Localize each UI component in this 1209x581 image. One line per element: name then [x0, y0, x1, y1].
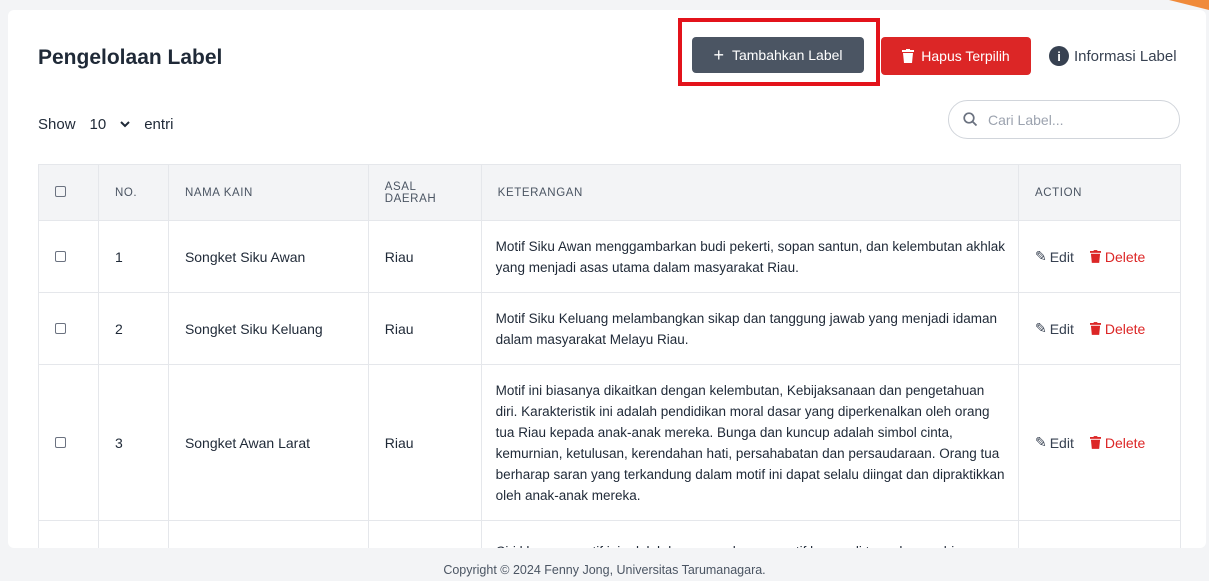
description: Motif Siku Keluang melambangkan sikap da… — [480, 292, 1019, 365]
add-label-button-text: Tambahkan Label — [731, 47, 843, 63]
label-info-text: Informasi Label — [1074, 47, 1177, 65]
delete-selected-button[interactable]: Hapus Terpilih — [881, 37, 1031, 75]
row-checkbox[interactable] — [55, 250, 66, 262]
origin-region: Riau — [367, 292, 482, 365]
table-row: Ciri khasnya motif ini adalah kurungan d… — [38, 520, 1182, 548]
column-header-action: ACTION — [1017, 164, 1182, 221]
footer-copyright: Copyright © 2024 Fenny Jong, Universitas… — [443, 563, 766, 577]
origin-region — [367, 520, 482, 548]
search-input[interactable] — [988, 111, 1148, 128]
description: Ciri khasnya motif ini adalah kurungan d… — [480, 520, 1019, 548]
row-number — [97, 520, 169, 548]
action-cell: ✎ Edit Delete — [1017, 220, 1182, 293]
trash-icon — [1089, 250, 1101, 263]
edit-label: Edit — [1049, 248, 1074, 265]
label-info-link[interactable]: i Informasi Label — [1049, 46, 1177, 66]
delete-label: Delete — [1104, 248, 1146, 265]
column-header-origin: ASAL DAERAH — [367, 164, 482, 221]
edit-icon: ✎ — [1034, 434, 1047, 450]
edit-button[interactable]: ✎ Edit — [1035, 248, 1074, 265]
label-management-card: Pengelolaan Label + Tambahkan Label Hapu… — [8, 10, 1206, 548]
select-all-cell — [38, 164, 99, 221]
info-icon: i — [1049, 46, 1069, 66]
select-all-checkbox[interactable] — [55, 185, 66, 197]
column-header-name: NAMA KAIN — [167, 164, 369, 221]
table-row: 3 Songket Awan Larat Riau Motif ini bias… — [38, 364, 1182, 521]
edit-icon: ✎ — [1034, 248, 1047, 264]
show-label: Show — [38, 116, 76, 133]
delete-label: Delete — [1104, 434, 1146, 451]
table-row: 2 Songket Siku Keluang Riau Motif Siku K… — [38, 292, 1182, 365]
table-header-row: NO. NAMA KAIN ASAL DAERAH KETERANGAN ACT… — [38, 164, 1182, 221]
delete-button[interactable]: Delete — [1089, 320, 1146, 337]
description: Motif ini biasanya dikaitkan dengan kele… — [480, 364, 1019, 521]
trash-icon — [902, 49, 915, 63]
column-header-description: KETERANGAN — [480, 164, 1019, 221]
table-row: 1 Songket Siku Awan Riau Motif Siku Awan… — [38, 220, 1182, 293]
highlight-box: + Tambahkan Label — [678, 18, 880, 86]
corner-accent — [1169, 0, 1209, 10]
entries-control: Show 10 entri — [38, 114, 173, 135]
origin-region: Riau — [367, 220, 482, 293]
add-label-button[interactable]: + Tambahkan Label — [692, 37, 864, 73]
search-box — [948, 100, 1180, 139]
row-number: 2 — [97, 292, 169, 365]
trash-icon — [1089, 322, 1101, 335]
edit-label: Edit — [1049, 320, 1074, 337]
action-cell: ✎ Edit Delete — [1017, 292, 1182, 365]
delete-button[interactable]: Delete — [1089, 434, 1146, 451]
delete-label: Delete — [1104, 320, 1146, 337]
column-header-no: NO. — [97, 164, 169, 221]
delete-selected-text: Hapus Terpilih — [921, 48, 1010, 64]
description: Motif Siku Awan menggambarkan budi peker… — [480, 220, 1019, 293]
origin-region: Riau — [367, 364, 482, 521]
row-number: 3 — [97, 364, 169, 521]
fabric-name: Songket Awan Larat — [167, 364, 369, 521]
delete-button[interactable]: Delete — [1089, 248, 1146, 265]
row-number: 1 — [97, 220, 169, 293]
chevron-down-icon — [120, 121, 130, 128]
plus-icon: + — [713, 45, 724, 65]
edit-label: Edit — [1049, 434, 1074, 451]
row-checkbox[interactable] — [55, 322, 66, 334]
trash-icon — [1089, 436, 1101, 449]
edit-icon: ✎ — [1034, 320, 1047, 336]
edit-button[interactable]: ✎ Edit — [1035, 434, 1074, 451]
page-title: Pengelolaan Label — [38, 46, 223, 69]
search-icon — [963, 112, 978, 127]
entries-value: 10 — [89, 116, 107, 133]
label-table: NO. NAMA KAIN ASAL DAERAH KETERANGAN ACT… — [38, 164, 1182, 548]
entries-suffix: entri — [144, 116, 174, 133]
fabric-name: Songket Siku Keluang — [167, 292, 369, 365]
fabric-name: Songket Siku Awan — [167, 220, 369, 293]
edit-button[interactable]: ✎ Edit — [1035, 320, 1074, 337]
row-checkbox[interactable] — [55, 436, 66, 448]
action-cell: ✎ Edit Delete — [1017, 364, 1182, 521]
fabric-name — [167, 520, 369, 548]
entries-select[interactable]: 10 — [86, 114, 135, 135]
